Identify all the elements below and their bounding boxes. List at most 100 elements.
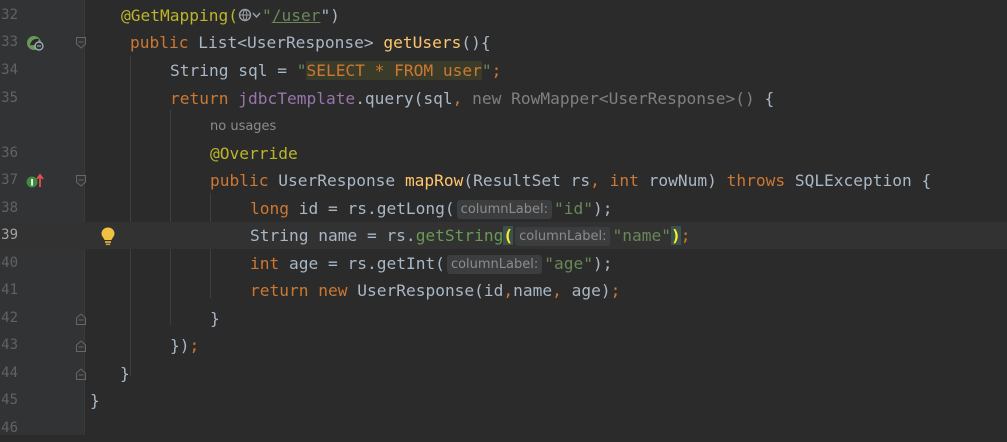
parameter-hint: columnLabel: [446, 255, 543, 274]
keyword: long [250, 199, 289, 218]
code-text: (ResultSet rs [463, 171, 591, 190]
code-text: ); [592, 199, 613, 218]
code-text: } [90, 391, 100, 410]
code-line-43[interactable]: 43 }); [0, 332, 1007, 359]
globe-icon[interactable] [238, 7, 262, 23]
code-line-36[interactable]: 36 @Override [0, 140, 1007, 167]
quote: " [261, 6, 272, 25]
semicolon: ; [610, 281, 621, 300]
code-line-45[interactable]: 45 } [0, 387, 1007, 414]
string-literal: "id" [553, 199, 593, 218]
spring-bean-icon[interactable] [26, 35, 44, 51]
anonymous-class: new RowMapper<UserResponse>() [472, 89, 755, 108]
mapping-url[interactable]: /user [272, 6, 321, 25]
comma: , [590, 171, 610, 190]
line-number: 33 [1, 34, 18, 50]
code-line-46[interactable]: 46 [0, 415, 1007, 442]
line-number: 40 [1, 255, 18, 271]
parameter-hint: columnLabel: [456, 200, 552, 219]
method-name: mapRow [404, 171, 464, 190]
keyword: int [250, 254, 280, 273]
code-text: ); [592, 254, 613, 273]
comma: , [552, 281, 572, 300]
line-number: 38 [1, 200, 18, 216]
usages-inlay[interactable]: no usages [0, 113, 1007, 140]
code-line-34[interactable]: 34 String sql = "SELECT * FROM user"; [0, 57, 1007, 84]
code-text: id = rs.getLong( [288, 199, 455, 218]
quote: ") [320, 6, 340, 25]
quote: " [481, 61, 492, 80]
annotation: @GetMapping( [121, 6, 238, 25]
keyword: int [609, 171, 639, 190]
string-literal: "age" [544, 254, 593, 273]
code-line-44[interactable]: 44 } [0, 360, 1007, 387]
code-text: { [754, 89, 775, 108]
code-text: .query(sql [355, 89, 453, 108]
line-number: 32 [1, 7, 18, 23]
keyword: new [318, 281, 348, 300]
line-number: 34 [1, 62, 18, 78]
code-text: age) [571, 281, 611, 300]
line-number: 35 [1, 90, 18, 106]
string-literal: "name" [612, 226, 671, 245]
comma: , [452, 89, 473, 108]
keyword: return [170, 89, 229, 108]
line-number: 39 [1, 227, 18, 243]
line-number: 43 [1, 337, 18, 353]
quote: " [296, 61, 307, 80]
keyword: return [250, 281, 309, 300]
return-type: List<UserResponse> [188, 33, 384, 52]
line-number: 46 [1, 420, 18, 436]
quick-fix-bulb-icon[interactable] [99, 226, 117, 246]
code-line-42[interactable]: 42 } [0, 305, 1007, 332]
keyword: public [130, 33, 189, 52]
override-marker-icon[interactable]: I [25, 173, 47, 189]
annotation: @Override [210, 144, 298, 163]
fold-marker-icon[interactable] [76, 37, 86, 49]
parameter-hint: columnLabel: [515, 227, 611, 246]
keyword: throws [726, 171, 786, 190]
fold-marker-icon[interactable] [76, 313, 86, 325]
return-type: UserResponse [268, 171, 405, 190]
code-line-37[interactable]: 37 I public UserResponse mapRow(ResultSe… [0, 167, 1007, 194]
fold-marker-icon[interactable] [76, 175, 86, 187]
svg-text:I: I [30, 179, 33, 189]
code-line-32[interactable]: 32 @GetMapping( "/user") [0, 2, 1007, 29]
code-text: rowNum) [638, 171, 727, 190]
code-line-35[interactable]: 35 return jdbcTemplate.query(sql, new Ro… [0, 85, 1007, 112]
code-text: String name = rs. [250, 226, 416, 245]
method-name: getString [415, 226, 504, 245]
code-line-38[interactable]: 38 long id = rs.getLong(columnLabel: "id"… [0, 195, 1007, 222]
code-text: SQLException { [785, 171, 932, 190]
usages-hint[interactable]: no usages [210, 113, 276, 140]
code-text: }) [170, 336, 190, 355]
keyword: public [210, 171, 269, 190]
code-text: (){ [461, 33, 491, 52]
semicolon: ; [491, 61, 502, 80]
matched-paren: ( [503, 226, 514, 245]
line-number: 44 [1, 365, 18, 381]
semicolon: ; [189, 336, 200, 355]
code-text: } [210, 309, 220, 328]
code-text: UserResponse(id [347, 281, 504, 300]
code-line-33[interactable]: 33 public List<UserResponse> getUsers(){ [0, 29, 1007, 56]
code-text: } [120, 364, 130, 383]
matched-paren: ) [670, 226, 681, 245]
fold-marker-icon[interactable] [76, 340, 86, 352]
code-line-40[interactable]: 40 int age = rs.getInt(columnLabel: "age"… [0, 250, 1007, 277]
code-line-41[interactable]: 41 return new UserResponse(id,name, age)… [0, 277, 1007, 304]
code-text: name [513, 281, 553, 300]
semicolon: ; [680, 226, 691, 245]
line-number: 45 [1, 392, 18, 408]
field-name: jdbcTemplate [238, 89, 356, 108]
line-number: 37 [1, 172, 18, 188]
method-name: getUsers [383, 33, 462, 52]
line-number: 36 [1, 145, 18, 161]
code-line-39[interactable]: 39 String name = rs.getString(columnLabe… [0, 222, 1007, 249]
code-text: String sql = [170, 61, 297, 80]
fold-marker-icon[interactable] [76, 368, 86, 380]
code-text: age = rs.getInt( [279, 254, 445, 273]
line-number: 42 [1, 310, 18, 326]
